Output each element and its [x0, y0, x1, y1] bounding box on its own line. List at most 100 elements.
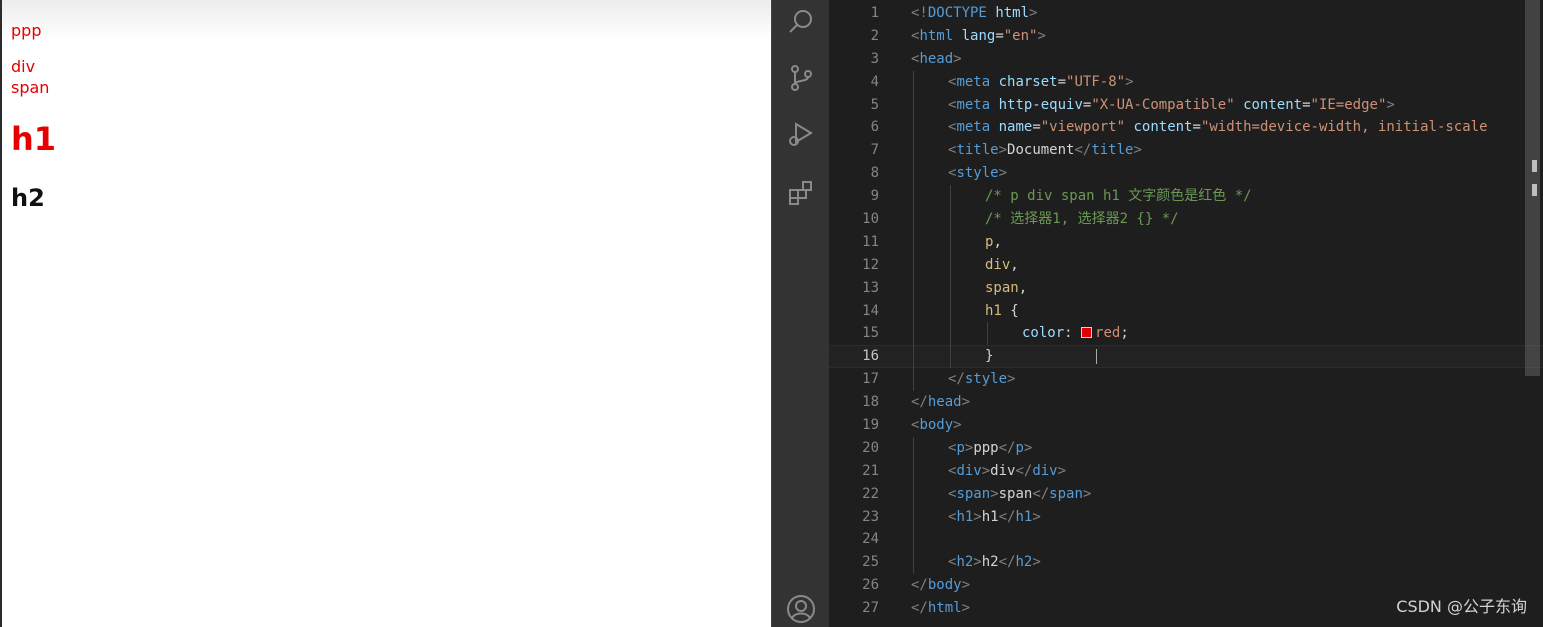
token-tag: body [919, 417, 954, 434]
overview-ruler-mark [1532, 160, 1537, 172]
indent-guide [950, 276, 951, 300]
code-text: <body> [911, 414, 962, 437]
code-text: </head> [911, 391, 970, 414]
code-line[interactable]: 10 /* 选择器1, 选择器2 {} */ [829, 208, 1543, 231]
token-txt: , [1018, 279, 1028, 296]
code-line[interactable]: 19 <body> [829, 414, 1543, 437]
code-line[interactable]: 1 <!DOCTYPE html> [829, 2, 1543, 25]
code-line[interactable]: 14 h1 { [829, 299, 1543, 323]
code-text: /* 选择器1, 选择器2 {} */ [985, 208, 1179, 231]
token-br: > [998, 142, 1008, 159]
token-br: </ [948, 371, 965, 388]
token-br: </ [998, 439, 1016, 456]
token-txt: h2 [981, 554, 999, 571]
browser-preview: ppp div span h1 h2 [0, 0, 771, 627]
indent-guide [913, 551, 914, 575]
code-line[interactable]: 17 </style> [829, 368, 1543, 392]
code-line[interactable]: 5 <meta http-equiv="X-UA-Compatible" cont… [829, 93, 1543, 117]
preview-span: span [11, 78, 50, 97]
token-br: > [953, 417, 962, 434]
token-txt: h1 [981, 508, 999, 525]
code-line[interactable]: 16} [829, 345, 1543, 369]
code-text: <h2>h2</h2> [948, 551, 1041, 574]
line-number: 10 [862, 211, 879, 228]
code-line[interactable]: 25 <h2>h2</h2> [829, 551, 1543, 575]
indent-guide [950, 345, 951, 369]
token-txt: ppp [973, 439, 999, 456]
code-line[interactable]: 15 color: red; [829, 322, 1543, 346]
run-debug-icon[interactable] [772, 112, 830, 156]
code-lines[interactable]: 1 <!DOCTYPE html> 2 <html lang="en"> 3 <head>… [829, 2, 1543, 620]
token-tag: head [919, 50, 954, 67]
token-br: > [990, 485, 999, 502]
code-line[interactable]: 12 div, [829, 253, 1543, 277]
line-number: 18 [862, 394, 879, 411]
code-text: h1 { [985, 300, 1019, 323]
token-val: "width=device-width, initial-scale [1200, 119, 1488, 136]
line-number: 11 [862, 233, 879, 250]
code-line[interactable]: 7 <title>Document</title> [829, 139, 1543, 163]
token-val: "UTF-8" [1066, 73, 1126, 90]
search-icon[interactable] [772, 0, 830, 44]
token-tag: p [1015, 439, 1024, 456]
extensions-icon[interactable] [772, 171, 830, 215]
token-txt: Document [1007, 142, 1075, 159]
token-tag: meta [956, 73, 991, 90]
code-line[interactable]: 22 <span>span</span> [829, 482, 1543, 506]
account-icon[interactable] [772, 587, 830, 627]
indent-guide [913, 162, 914, 186]
token-tag: span [956, 485, 991, 502]
token-txt: = [1302, 96, 1311, 113]
overview-ruler-mark [1532, 184, 1537, 196]
code-line[interactable]: 13 span, [829, 276, 1543, 300]
line-number: 24 [862, 531, 879, 548]
token-attr: http-equiv [998, 96, 1083, 113]
code-line[interactable]: 20 <p>ppp</p> [829, 436, 1543, 460]
token-tag: style [956, 165, 999, 182]
editor-scrollbar[interactable] [1523, 0, 1543, 627]
code-editor[interactable]: 1 <!DOCTYPE html> 2 <html lang="en"> 3 <head>… [829, 0, 1543, 627]
code-line[interactable]: 21 <div>div</div> [829, 459, 1543, 483]
token-tag: div [1032, 462, 1058, 479]
token-tag: meta [956, 119, 991, 136]
code-line[interactable]: 9 /* p div span h1 文字颜色是红色 */ [829, 185, 1543, 209]
token-tag: title [956, 142, 999, 159]
preview-heading-1: h1 [11, 120, 57, 158]
token-attr: name [998, 119, 1033, 136]
code-text: <meta http-equiv="X-UA-Compatible" conte… [948, 94, 1395, 117]
token-br: > [953, 50, 962, 67]
token-br: > [1037, 27, 1046, 44]
indent-guide [913, 185, 914, 209]
token-tag: DOCTYPE [927, 5, 987, 21]
line-number: 19 [862, 417, 879, 434]
code-line[interactable]: 18 </head> [829, 391, 1543, 414]
source-control-icon[interactable] [772, 56, 830, 100]
token-br: </ [911, 577, 928, 594]
code-line[interactable]: 8 <style> [829, 162, 1543, 186]
code-text: <html lang="en"> [911, 25, 1046, 48]
token-br: </ [911, 600, 928, 617]
code-line[interactable]: 2 <html lang="en"> [829, 25, 1543, 48]
token-br: <! [911, 5, 928, 21]
indent-guide [913, 70, 914, 94]
token-tag: h2 [956, 554, 974, 571]
indent-guide [913, 505, 914, 529]
token-tag: title [1091, 142, 1134, 159]
code-text: <meta charset="UTF-8"> [948, 71, 1134, 94]
code-line[interactable]: 23 <h1>h1</h1> [829, 505, 1543, 529]
token-br: </ [1074, 142, 1092, 159]
watermark: CSDN @公子东询 [1396, 597, 1527, 616]
token-txt: div [990, 462, 1016, 479]
code-line[interactable]: 3 <head> [829, 48, 1543, 71]
token-tag: p [956, 439, 965, 456]
indent-guide [913, 139, 914, 163]
code-line[interactable]: 6 <meta name="viewport" content="width=de… [829, 116, 1543, 140]
code-line[interactable]: 4 <meta charset="UTF-8"> [829, 70, 1543, 94]
color-swatch-icon[interactable] [1081, 327, 1093, 339]
code-line[interactable]: 11 p, [829, 230, 1543, 254]
code-line[interactable]: 24 [829, 528, 1543, 552]
token-txt: = [1192, 119, 1201, 136]
activity-bar [771, 0, 829, 627]
preview-heading-2: h2 [11, 184, 45, 212]
